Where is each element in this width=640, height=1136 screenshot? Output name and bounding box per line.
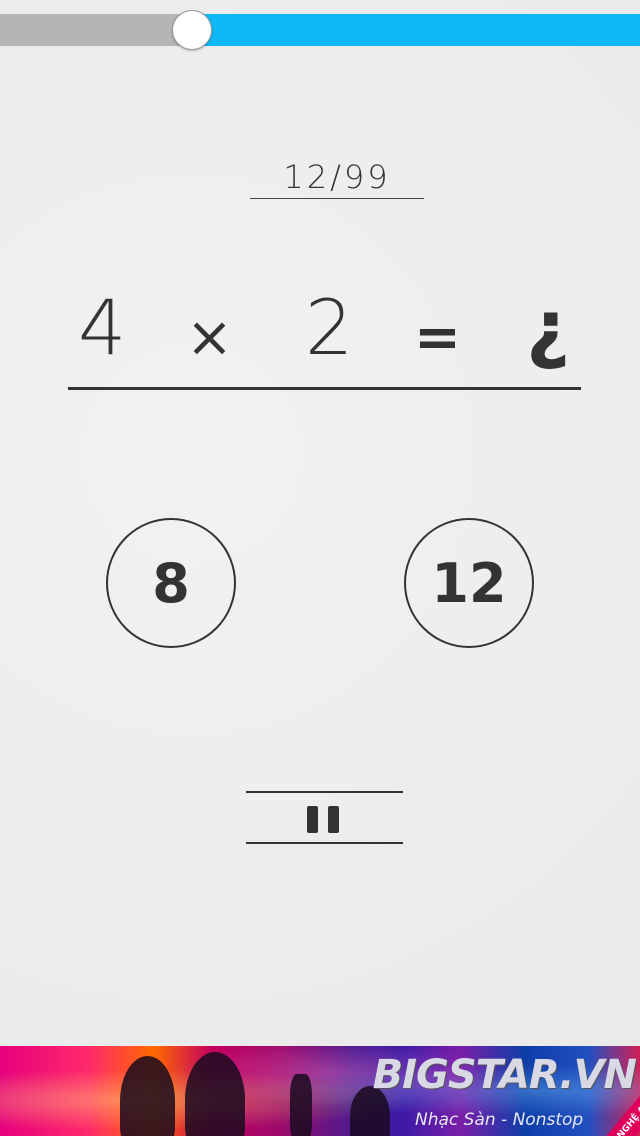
operator-sign: × xyxy=(186,305,233,370)
timer-bar xyxy=(0,10,640,50)
banner-brand: BIGSTAR.VN xyxy=(372,1052,637,1098)
question-counter-text: 12/99 xyxy=(283,158,391,196)
answer-button-left[interactable]: 8 xyxy=(106,518,236,648)
pause-icon-bar xyxy=(328,806,339,833)
equation: 4 × 2 = ¿ xyxy=(68,280,581,390)
timer-knob xyxy=(172,10,212,50)
game-screen: 12/99 4 × 2 = ¿ 8 12 BIGSTAR.VN Nhạc Sàn… xyxy=(0,0,640,1136)
question-counter: 12/99 xyxy=(250,158,424,199)
answer-button-right[interactable]: 12 xyxy=(404,518,534,648)
unknown-result: ¿ xyxy=(526,283,571,372)
dancer-silhouette xyxy=(120,1056,175,1136)
equals-sign: = xyxy=(414,305,461,370)
pause-button[interactable] xyxy=(246,791,403,844)
operand-a: 4 xyxy=(78,283,127,372)
ad-banner[interactable]: BIGSTAR.VN Nhạc Sàn - Nonstop TEEN NGHỆ … xyxy=(0,1046,640,1136)
raised-hand-silhouette xyxy=(290,1074,312,1136)
dancer-silhouette xyxy=(185,1052,245,1136)
operand-b: 2 xyxy=(305,283,354,372)
answer-label-right: 12 xyxy=(431,551,507,615)
timer-elapsed xyxy=(0,14,192,46)
answer-label-left: 8 xyxy=(152,551,190,615)
pause-icon xyxy=(307,806,318,833)
banner-tagline: Nhạc Sàn - Nonstop xyxy=(415,1110,584,1130)
